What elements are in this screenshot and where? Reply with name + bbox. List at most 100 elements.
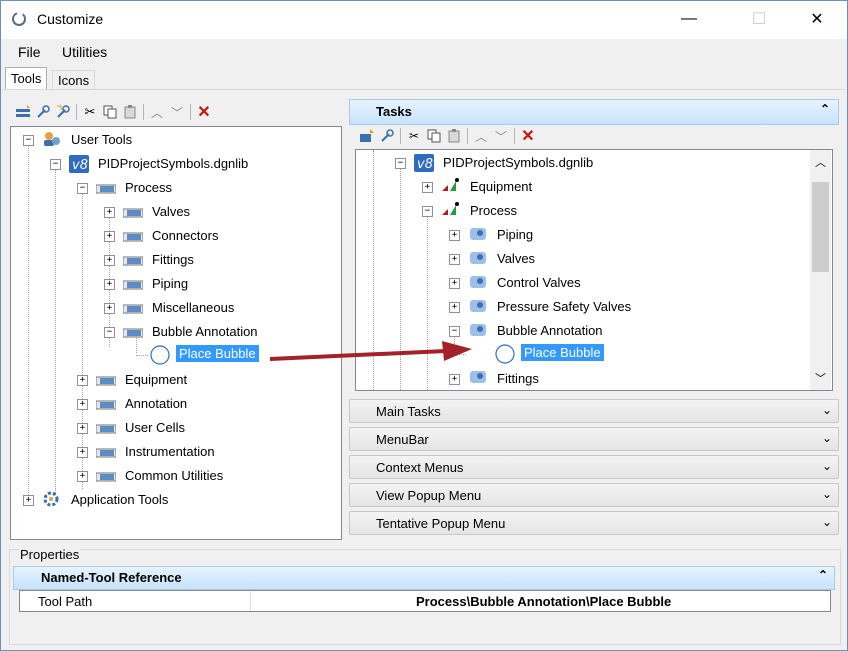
expand-toggle[interactable]: + bbox=[77, 375, 88, 386]
delete-button[interactable]: ✕ bbox=[194, 102, 214, 122]
expand-toggle[interactable]: + bbox=[449, 278, 460, 289]
section-context-menus[interactable]: Context Menus ⌄ bbox=[349, 455, 839, 479]
collapse-toggle[interactable]: − bbox=[395, 158, 406, 169]
expand-toggle[interactable]: + bbox=[104, 303, 115, 314]
copy-button[interactable] bbox=[100, 102, 120, 122]
menu-utilities[interactable]: Utilities bbox=[62, 44, 107, 60]
tree-node-connectors[interactable]: Connectors bbox=[152, 228, 218, 243]
tree-node-miscellaneous[interactable]: Miscellaneous bbox=[152, 300, 234, 315]
collapse-toggle[interactable]: − bbox=[449, 326, 460, 337]
tree-node-instrumentation[interactable]: Instrumentation bbox=[125, 444, 215, 459]
chevron-down-icon: ⌄ bbox=[821, 487, 832, 501]
tree-node-application-tools[interactable]: Application Tools bbox=[71, 492, 168, 507]
tasks-node-valves[interactable]: Valves bbox=[497, 251, 535, 266]
dgnlib-v8-icon: v8 bbox=[69, 155, 89, 173]
expand-toggle[interactable]: + bbox=[77, 423, 88, 434]
expand-toggle[interactable]: + bbox=[77, 447, 88, 458]
tree-node-user-cells[interactable]: User Cells bbox=[125, 420, 185, 435]
expand-toggle[interactable]: + bbox=[104, 279, 115, 290]
tool-path-value[interactable]: Process\Bubble Annotation\Place Bubble bbox=[416, 594, 671, 609]
collapse-up-icon[interactable]: ⌃ bbox=[820, 102, 830, 116]
tab-icons[interactable]: Icons bbox=[52, 70, 96, 90]
expand-toggle[interactable]: + bbox=[449, 374, 460, 385]
tasks-node-equipment[interactable]: Equipment bbox=[470, 179, 532, 194]
link-task-button[interactable] bbox=[377, 126, 397, 146]
section-tentative-popup-menu[interactable]: Tentative Popup Menu ⌄ bbox=[349, 511, 839, 535]
section-view-popup-menu[interactable]: View Popup Menu ⌄ bbox=[349, 483, 839, 507]
tasks-node-fittings[interactable]: Fittings bbox=[497, 371, 539, 386]
expand-toggle[interactable]: + bbox=[449, 230, 460, 241]
tasks-node-library[interactable]: PIDProjectSymbols.dgnlib bbox=[443, 155, 593, 170]
tasks-node-piping[interactable]: Piping bbox=[497, 227, 533, 242]
section-label: Tentative Popup Menu bbox=[376, 516, 506, 531]
scroll-down-icon[interactable]: ﹀ bbox=[815, 370, 826, 386]
tasks-node-bubble-annotation[interactable]: Bubble Annotation bbox=[497, 323, 603, 338]
toolbox-icon bbox=[96, 448, 116, 458]
collapse-toggle[interactable]: − bbox=[104, 327, 115, 338]
tree-node-place-bubble[interactable]: Place Bubble bbox=[176, 345, 259, 362]
task-icon bbox=[470, 371, 486, 383]
tasks-node-control-valves[interactable]: Control Valves bbox=[497, 275, 581, 290]
move-up-button[interactable]: ︿ bbox=[471, 126, 491, 146]
tree-node-equipment[interactable]: Equipment bbox=[125, 372, 187, 387]
move-down-button[interactable]: ﹀ bbox=[491, 126, 511, 146]
tasks-node-pressure-safety-valves[interactable]: Pressure Safety Valves bbox=[497, 299, 631, 314]
collapse-toggle[interactable]: − bbox=[23, 135, 34, 146]
maximize-button[interactable]: ☐ bbox=[736, 1, 782, 37]
tree-node-process[interactable]: Process bbox=[125, 180, 172, 195]
collapse-toggle[interactable]: − bbox=[77, 183, 88, 194]
tree-node-bubble-annotation[interactable]: Bubble Annotation bbox=[152, 324, 258, 339]
section-label: Main Tasks bbox=[376, 404, 441, 419]
copy-button[interactable] bbox=[424, 126, 444, 146]
delete-button[interactable]: ✕ bbox=[518, 126, 538, 146]
cut-button[interactable]: ✂ bbox=[80, 102, 100, 122]
tasks-section-header[interactable]: Tasks ⌃ bbox=[349, 99, 839, 125]
expand-toggle[interactable]: + bbox=[104, 207, 115, 218]
tree-node-annotation[interactable]: Annotation bbox=[125, 396, 187, 411]
svg-text:v8: v8 bbox=[417, 157, 433, 172]
tree-node-fittings[interactable]: Fittings bbox=[152, 252, 194, 267]
section-menubar[interactable]: MenuBar ⌄ bbox=[349, 427, 839, 451]
menu-file[interactable]: File bbox=[18, 44, 41, 60]
tree-line bbox=[136, 355, 148, 356]
scroll-up-icon[interactable]: ︿ bbox=[815, 154, 826, 170]
new-task-button[interactable] bbox=[357, 126, 377, 146]
new-toolbox-button[interactable] bbox=[13, 102, 33, 122]
new-tool-button[interactable] bbox=[33, 102, 53, 122]
expand-toggle[interactable]: + bbox=[449, 302, 460, 313]
tasks-node-process[interactable]: Process bbox=[470, 203, 517, 218]
expand-toggle[interactable]: + bbox=[77, 471, 88, 482]
tab-tools[interactable]: Tools bbox=[5, 67, 48, 90]
close-button[interactable]: ✕ bbox=[794, 1, 840, 37]
toolbox-icon bbox=[123, 328, 143, 338]
expand-toggle[interactable]: + bbox=[104, 255, 115, 266]
scrollbar-thumb[interactable] bbox=[812, 182, 829, 272]
app-icon bbox=[12, 12, 26, 26]
move-down-button[interactable]: ﹀ bbox=[167, 102, 187, 122]
section-main-tasks[interactable]: Main Tasks ⌄ bbox=[349, 399, 839, 423]
link-tool-button[interactable] bbox=[53, 102, 73, 122]
tree-node-library[interactable]: PIDProjectSymbols.dgnlib bbox=[98, 156, 248, 171]
minimize-button[interactable]: — bbox=[666, 1, 712, 37]
expand-toggle[interactable]: + bbox=[23, 495, 34, 506]
paste-button[interactable] bbox=[444, 126, 464, 146]
tree-node-common-utilities[interactable]: Common Utilities bbox=[125, 468, 223, 483]
toolbox-icon bbox=[123, 256, 143, 266]
move-up-button[interactable]: ︿ bbox=[147, 102, 167, 122]
collapse-toggle[interactable]: − bbox=[422, 206, 433, 217]
expand-toggle[interactable]: + bbox=[422, 182, 433, 193]
paste-button[interactable] bbox=[120, 102, 140, 122]
collapse-toggle[interactable]: − bbox=[50, 159, 61, 170]
user-tools-tree[interactable]: − User Tools − v8 PIDProjectSymbols.dgnl… bbox=[10, 126, 342, 540]
collapse-up-icon[interactable]: ⌃ bbox=[818, 568, 828, 582]
tree-node-piping[interactable]: Piping bbox=[152, 276, 188, 291]
named-tool-reference-header[interactable]: Named-Tool Reference ⌃ bbox=[13, 566, 835, 590]
tree-node-user-tools[interactable]: User Tools bbox=[71, 132, 132, 147]
tasks-node-place-bubble[interactable]: Place Bubble bbox=[521, 344, 604, 361]
vertical-scrollbar[interactable]: ︿ ﹀ bbox=[810, 150, 831, 390]
expand-toggle[interactable]: + bbox=[449, 254, 460, 265]
expand-toggle[interactable]: + bbox=[77, 399, 88, 410]
tree-node-valves[interactable]: Valves bbox=[152, 204, 190, 219]
cut-button[interactable]: ✂ bbox=[404, 126, 424, 146]
expand-toggle[interactable]: + bbox=[104, 231, 115, 242]
